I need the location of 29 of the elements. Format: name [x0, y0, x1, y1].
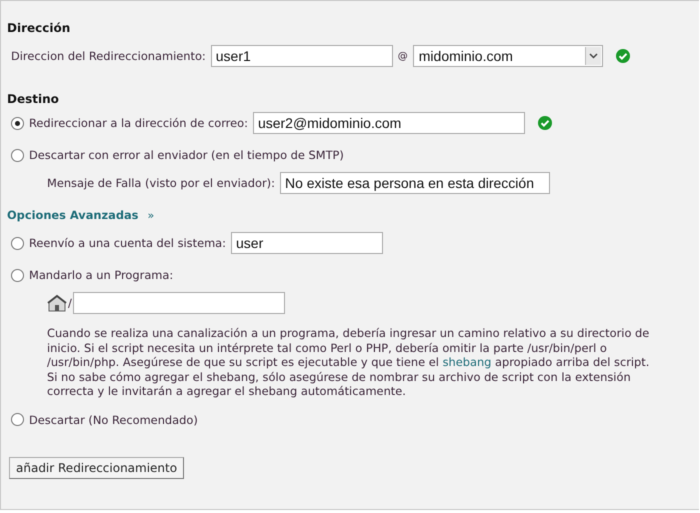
radio-button[interactable]	[11, 413, 24, 426]
option-label: Mandarlo a un Programa:	[29, 268, 174, 282]
shebang-link[interactable]: shebang	[442, 355, 492, 369]
domain-select[interactable]: midominio.com	[412, 45, 603, 67]
radio-button[interactable]	[11, 236, 24, 250]
path-prefix: /	[68, 296, 72, 310]
option-label: Descartar (No Recomendado)	[29, 412, 198, 426]
add-redirect-button[interactable]: añadir Redireccionamiento	[9, 456, 184, 478]
text-field[interactable]: user2@midominio.com	[252, 112, 525, 134]
program-path-field[interactable]	[72, 292, 285, 314]
section-heading: Dirección	[7, 21, 72, 35]
radio-button[interactable]	[11, 116, 24, 130]
option-label: Reenvío a una cuenta del sistema:	[29, 236, 226, 250]
advanced-options-link[interactable]: Opciones Avanzadas	[7, 208, 138, 222]
chevron-icon: »	[147, 208, 154, 222]
radio-button[interactable]	[11, 148, 24, 162]
field-label: Direccion del Redireccionamiento:	[11, 49, 206, 63]
option-label: Descartar con error al enviador (en el tiempo de SMTP)	[29, 148, 344, 162]
user-field[interactable]: user1	[210, 45, 393, 67]
field-label: Mensaje de Falla (visto por el enviador):	[47, 176, 275, 190]
house-icon	[47, 294, 67, 312]
help-text: Cuando se realiza una canalización a un programa, debería ingresar un camino relativo a su directorio de inicio. Si el script necesita un intérprete tal como Perl o PHP, debería omitir la parte /usr/bin/perl o /usr/bin/php. Asegúrese de que su script es ejecutable y que tiene el shebang apropiado arriba del script. Si no sabe cómo agregar el shebang, sólo asegúrese de nombrar su archivo de script con la extensión correcta y le invitarán a agregar el shebang automáticamente.	[47, 326, 650, 398]
section-heading: Destino	[7, 92, 60, 106]
caret-icon	[588, 53, 598, 59]
option-label: Redireccionar a la dirección de correo:	[29, 116, 248, 130]
text-field[interactable]: No existe esa persona en esta dirección	[280, 172, 550, 194]
radio-button[interactable]	[11, 268, 24, 282]
at-sign: @	[398, 50, 408, 62]
text-field[interactable]: user	[231, 232, 383, 254]
